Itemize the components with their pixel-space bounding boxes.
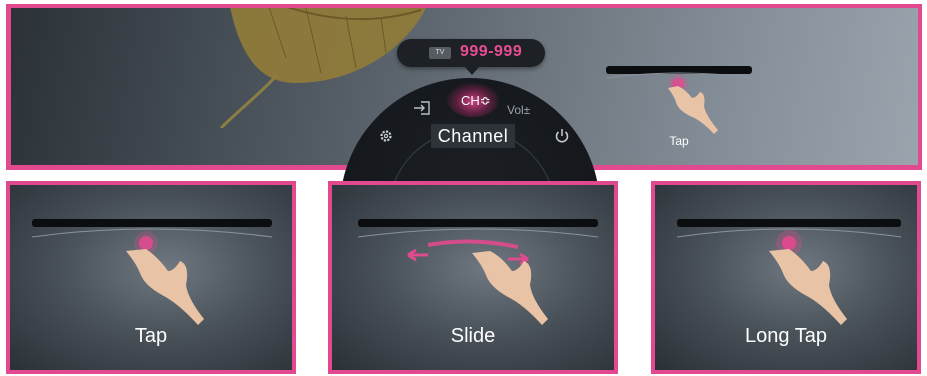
gear-icon[interactable] (377, 127, 395, 145)
gesture-label-tap: Tap (134, 325, 168, 347)
gesture-panel-tap: Tap (6, 181, 296, 374)
tv-badge: TV (429, 47, 451, 59)
input-icon[interactable] (412, 100, 432, 116)
menu-item-volume[interactable]: Vol± (507, 103, 530, 117)
arrow-left-icon (407, 248, 428, 262)
menu-item-channel-label: CH≎ (461, 93, 491, 108)
menu-title: Channel (431, 124, 515, 148)
gesture-panel-long-tap: Long Tap (651, 181, 921, 374)
hand-icon (31, 228, 273, 325)
top-tap-illustration: Tap (606, 66, 756, 156)
gesture-panel-slide: Slide (328, 181, 618, 374)
menu-item-channel[interactable]: CH≎ (447, 83, 499, 117)
gesture-label-slide: Slide (450, 325, 496, 347)
hand-icon (357, 228, 599, 325)
power-icon[interactable] (553, 127, 571, 145)
channel-tooltip: TV 999-999 (397, 39, 545, 75)
top-tap-caption: Tap (669, 134, 689, 148)
gesture-label-long-tap: Long Tap (745, 325, 827, 347)
hand-icon (676, 228, 902, 325)
channel-number: 999-999 (460, 43, 523, 60)
